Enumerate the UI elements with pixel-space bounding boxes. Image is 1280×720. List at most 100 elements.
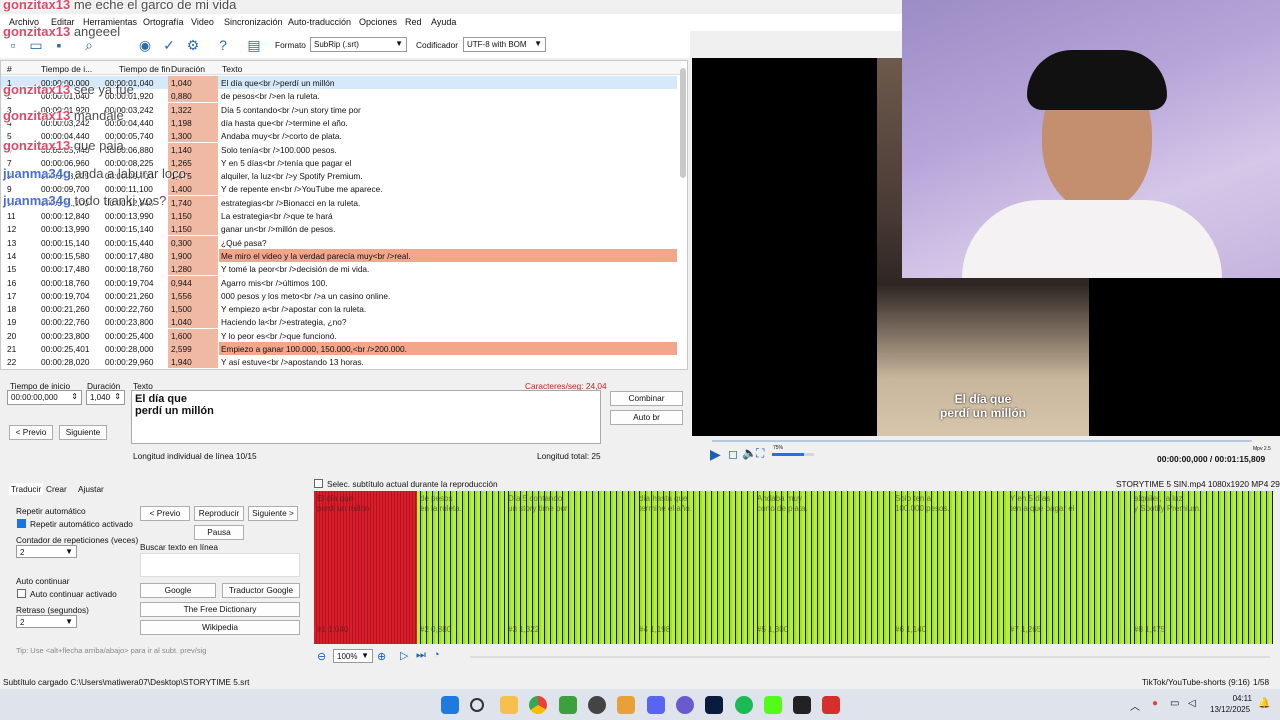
clock-time[interactable]: 04:11 bbox=[1222, 694, 1252, 703]
spellcheck-icon[interactable]: ✓ bbox=[160, 36, 178, 54]
auto-br-button[interactable]: Auto br bbox=[610, 410, 683, 425]
table-row[interactable]: 15 00:00:17,480 00:00:18,760 1,280 Y tomé la… bbox=[1, 262, 677, 276]
table-row[interactable]: 18 00:00:21,260 00:00:22,760 1,500 Y empiezo… bbox=[1, 302, 677, 316]
table-row[interactable]: 11 00:00:12,840 00:00:13,990 1,150 La estrat… bbox=[1, 209, 677, 222]
google-translate-button[interactable]: Traductor Google bbox=[222, 583, 300, 598]
volume-icon[interactable]: 🔈 bbox=[742, 446, 757, 460]
capcut-icon[interactable] bbox=[793, 696, 811, 714]
waveform[interactable]: El día que perdí un millón #1 1,040 de peso… bbox=[314, 491, 1273, 644]
kick-icon[interactable] bbox=[764, 696, 782, 714]
play-current-button[interactable]: Reproducir bbox=[194, 506, 244, 521]
table-row[interactable]: 14 00:00:15,580 00:00:17,480 1,900 Me miro e… bbox=[1, 248, 677, 262]
waveform-segment[interactable]: de pesos en la ruleta. #2 0,880 bbox=[417, 491, 505, 644]
encoding-select[interactable]: UTF-8 with BOM ▼ bbox=[463, 37, 546, 52]
play-icon[interactable]: ▶ bbox=[710, 446, 721, 463]
menu-auto-traduccion[interactable]: Auto-traducción bbox=[288, 17, 351, 27]
seek-bar[interactable] bbox=[712, 440, 1252, 442]
menu-ortografia[interactable]: Ortografía bbox=[143, 17, 184, 27]
tab-ajustar[interactable]: Ajustar bbox=[78, 484, 104, 494]
minecraft-icon[interactable] bbox=[559, 696, 577, 714]
col-num[interactable]: # bbox=[7, 64, 12, 74]
start-time-input[interactable]: 00:00:00,000 ⇕ bbox=[7, 390, 82, 405]
chrome-icon[interactable] bbox=[529, 696, 547, 714]
table-row[interactable]: 16 00:00:18,760 00:00:19,704 0,944 Agarro mi… bbox=[1, 275, 677, 289]
menu-sincronizacion[interactable]: Sincronización bbox=[224, 17, 283, 27]
spotify-icon[interactable] bbox=[735, 696, 753, 714]
prev-button[interactable]: < Previo bbox=[9, 425, 53, 440]
table-row[interactable]: 22 00:00:28,020 00:00:29,960 1,940 Y así est… bbox=[1, 355, 677, 369]
col-duration[interactable]: Duración bbox=[171, 64, 205, 74]
battery-icon[interactable]: ▭ bbox=[1170, 698, 1179, 709]
zoom-in-icon[interactable]: ⊕ bbox=[377, 650, 386, 663]
table-row[interactable]: 17 00:00:19,704 00:00:21,260 1,556 000 pesos… bbox=[1, 288, 677, 302]
select-current-checkbox[interactable] bbox=[314, 479, 323, 488]
col-start[interactable]: Tiempo de i... bbox=[41, 64, 92, 74]
table-row[interactable]: 19 00:00:22,760 00:00:23,800 1,040 Haciendo … bbox=[1, 315, 677, 329]
tray-chevron-icon[interactable]: ︿ bbox=[1130, 698, 1140, 713]
search-icon[interactable] bbox=[470, 698, 484, 712]
waveform-segment[interactable]: Y en 5 días tenía que pagar el #7 1,265 bbox=[1007, 491, 1131, 644]
help-icon[interactable]: ? bbox=[214, 36, 232, 54]
repeat-checkbox[interactable] bbox=[17, 519, 26, 528]
waveform-segment[interactable]: Día 5 contando un story time por #3 1,322 bbox=[505, 491, 636, 644]
mic-icon[interactable]: ● bbox=[1152, 698, 1158, 709]
tab-crear[interactable]: Crear bbox=[46, 484, 67, 494]
clock-date[interactable]: 13/12/2025 bbox=[1210, 705, 1250, 714]
translate-next-button[interactable]: Siguiente > bbox=[248, 506, 298, 521]
notification-icon[interactable]: 🔔 bbox=[1258, 698, 1270, 709]
speaker-icon[interactable]: ◁ bbox=[1188, 698, 1196, 709]
translate-prev-button[interactable]: < Previo bbox=[140, 506, 190, 521]
waveform-segment[interactable]: Solo tenía 100.000 pesos. #6 1,140 bbox=[892, 491, 1007, 644]
format-select[interactable]: SubRip (.srt) ▼ bbox=[310, 37, 407, 52]
play-selection-icon[interactable]: ▷ bbox=[400, 649, 408, 662]
stop-icon[interactable]: ◻ bbox=[728, 447, 738, 461]
delay-select[interactable]: 2 ▼ bbox=[16, 615, 77, 628]
discord-icon[interactable] bbox=[647, 696, 665, 714]
visual-sync-icon[interactable]: ◉ bbox=[136, 36, 154, 54]
subtitle-grid[interactable]: # Tiempo de i... Tiempo de fin Duración … bbox=[0, 60, 688, 370]
table-row[interactable]: 12 00:00:13,990 00:00:15,140 1,150 ganar un<… bbox=[1, 222, 677, 236]
subtitle-edit-icon[interactable] bbox=[822, 696, 840, 714]
combine-button[interactable]: Combinar bbox=[610, 391, 683, 406]
google-button[interactable]: Google bbox=[140, 583, 216, 598]
menu-opciones[interactable]: Opciones bbox=[359, 17, 397, 27]
waveform-segment[interactable]: alquiler, la luz y Spotify Premium. #8 1,4… bbox=[1131, 491, 1273, 644]
layout-icon[interactable]: ▤ bbox=[245, 36, 263, 54]
start-icon[interactable] bbox=[441, 696, 459, 714]
auto-continue-checkbox[interactable] bbox=[17, 589, 26, 598]
app-v-icon[interactable] bbox=[676, 696, 694, 714]
menu-video[interactable]: Video bbox=[191, 17, 214, 27]
subtitle-text-editor[interactable]: El día que perdí un millón bbox=[131, 390, 601, 444]
next-button[interactable]: Siguiente bbox=[59, 425, 107, 440]
settings-gear-icon[interactable]: ⚙ bbox=[184, 36, 202, 54]
play-next-icon[interactable]: ⏭ bbox=[416, 649, 426, 662]
tab-traducir[interactable]: Traducir bbox=[9, 483, 44, 495]
table-row[interactable]: 21 00:00:25,401 00:00:28,000 2,599 Empiezo a… bbox=[1, 342, 677, 355]
waveform-segment[interactable]: Andaba muy corto de plata. #5 1,300 bbox=[754, 491, 892, 644]
duration-input[interactable]: 1,040 ⇕ bbox=[86, 390, 125, 405]
col-end[interactable]: Tiempo de fin bbox=[119, 64, 170, 74]
waveform-position-slider[interactable] bbox=[470, 656, 1270, 658]
menu-ayuda[interactable]: Ayuda bbox=[431, 17, 456, 27]
table-row[interactable]: 20 00:00:23,800 00:00:25,400 1,600 Y lo peor… bbox=[1, 328, 677, 342]
waveform-segment[interactable]: día hasta que termine el año. #4 1,198 bbox=[636, 491, 754, 644]
repeat-count-select[interactable]: 2 ▼ bbox=[16, 545, 77, 558]
grid-scrollbar[interactable] bbox=[680, 68, 686, 178]
waveform-segment[interactable]: El día que perdí un millón #1 1,040 bbox=[314, 491, 417, 644]
search-online-input[interactable] bbox=[140, 553, 300, 577]
speed-icon[interactable]: ◔ bbox=[433, 649, 440, 661]
free-dictionary-button[interactable]: The Free Dictionary bbox=[140, 602, 300, 617]
app-icon[interactable] bbox=[617, 696, 635, 714]
menu-red[interactable]: Red bbox=[405, 17, 422, 27]
wikipedia-button[interactable]: Wikipedia bbox=[140, 620, 300, 635]
photoshop-icon[interactable] bbox=[705, 696, 723, 714]
volume-slider[interactable] bbox=[772, 453, 814, 456]
fullscreen-icon[interactable]: ⛶ bbox=[756, 446, 764, 461]
col-text[interactable]: Texto bbox=[222, 64, 242, 74]
zoom-select[interactable]: 100% ▼ bbox=[333, 649, 373, 663]
table-row[interactable]: 13 00:00:15,140 00:00:15,440 0,300 ¿Qué pasa… bbox=[1, 235, 677, 249]
pause-button[interactable]: Pausa bbox=[194, 525, 244, 540]
file-explorer-icon[interactable] bbox=[500, 696, 518, 714]
obs-icon[interactable] bbox=[588, 696, 606, 714]
zoom-out-icon[interactable]: ⊖ bbox=[317, 650, 326, 663]
